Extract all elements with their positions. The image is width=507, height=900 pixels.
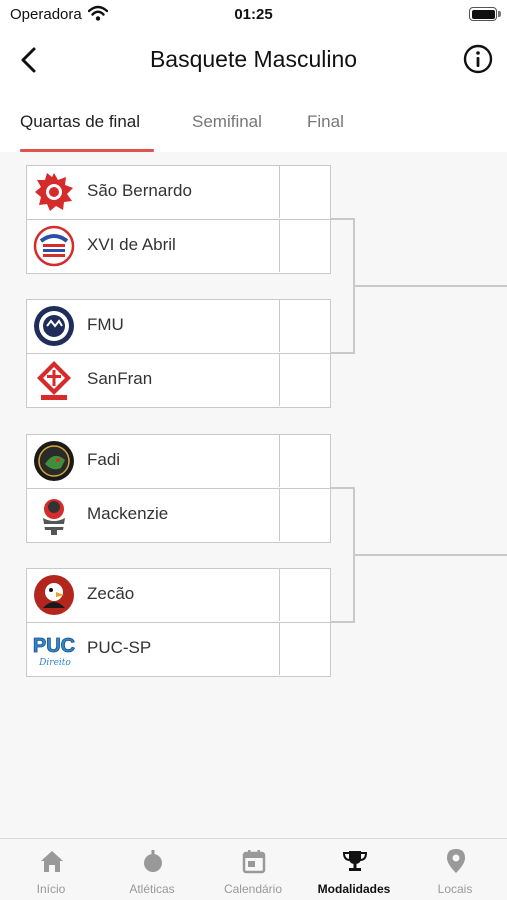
athletics-icon [144, 850, 162, 872]
status-bar: Operadora 01:25 [0, 0, 507, 30]
team-name: Fadi [87, 450, 121, 469]
team-score [279, 166, 330, 218]
tab-bar-item-modalidades[interactable]: Modalidades [304, 839, 404, 900]
clock: 01:25 [234, 6, 273, 23]
tab-bar-label: Modalidades [317, 882, 391, 896]
puc-logo-text: PUC [33, 635, 75, 657]
puc-sp-logo: PUC Direito [32, 635, 75, 668]
bracket-connector [331, 218, 355, 220]
team-score [279, 489, 330, 541]
tab-bar-item-locais[interactable]: Locais [405, 839, 505, 900]
tab-quarterfinal[interactable]: Quartas de final [20, 112, 140, 132]
team-score [279, 623, 330, 675]
team-score [279, 220, 330, 272]
bracket-connector [331, 487, 355, 489]
info-icon [463, 44, 493, 74]
tab-semifinal[interactable]: Semifinal [192, 112, 262, 132]
sanfran-logo [37, 361, 71, 400]
tab-bar-label: Calendário [223, 882, 283, 896]
zecao-logo [34, 575, 74, 615]
bracket-connector [331, 621, 355, 623]
team-name: XVI de Abril [87, 235, 176, 254]
fadi-logo [34, 441, 74, 481]
nav-bar: Basquete Masculino [0, 30, 507, 92]
tab-bar-item-inicio[interactable]: Início [1, 839, 101, 900]
tab-final[interactable]: Final [307, 112, 344, 132]
mackenzie-logo [42, 499, 66, 535]
tab-bar-label: Atléticas [129, 882, 175, 896]
bottom-tab-bar: Início Atléticas Calendário Modalidades [0, 838, 507, 900]
team-score [279, 569, 330, 621]
xvi-de-abril-logo [33, 225, 75, 267]
bracket-connector [354, 285, 507, 287]
team-score [279, 300, 330, 352]
chevron-left-icon [21, 47, 36, 73]
tab-bar-item-atleticas[interactable]: Atléticas [102, 839, 202, 900]
team-row[interactable]: Zecão [26, 568, 331, 623]
location-pin-icon [447, 849, 465, 873]
round-tabs: Quartas de final Semifinal Final [0, 92, 507, 152]
team-name: São Bernardo [87, 181, 192, 200]
team-score [279, 354, 330, 406]
team-row[interactable]: Mackenzie [26, 488, 331, 543]
back-button[interactable] [12, 42, 46, 78]
battery-icon [469, 7, 497, 21]
team-name: FMU [87, 315, 124, 334]
team-name: Zecão [87, 584, 135, 603]
trophy-icon [342, 851, 368, 871]
page-title: Basquete Masculino [149, 46, 358, 72]
team-row[interactable]: PUC Direito PUC-SP [26, 622, 331, 677]
team-row[interactable]: XVI de Abril [26, 219, 331, 274]
team-row[interactable]: São Bernardo [26, 165, 331, 220]
puc-logo-subtext: Direito [38, 658, 71, 668]
fmu-logo [34, 306, 74, 346]
info-button[interactable] [463, 44, 493, 74]
team-name: SanFran [87, 369, 153, 388]
team-score [279, 435, 330, 487]
battery-tip [498, 11, 501, 17]
home-icon [41, 851, 63, 872]
tab-bar-label: Locais [437, 882, 473, 896]
bracket-connector [354, 554, 507, 556]
calendar-icon [242, 850, 266, 874]
team-name: PUC-SP [87, 638, 152, 657]
bracket-connector [331, 352, 355, 354]
team-name: Mackenzie [87, 504, 169, 523]
bracket: São Bernardo XVI de Abril FMU SanFran Fa… [0, 152, 507, 838]
sao-bernardo-logo [35, 173, 73, 211]
team-row[interactable]: Fadi [26, 434, 331, 489]
team-row[interactable]: SanFran [26, 353, 331, 408]
tab-bar-label: Início [36, 882, 66, 896]
tab-bar-item-calendario[interactable]: Calendário [203, 839, 303, 900]
team-row[interactable]: FMU [26, 299, 331, 354]
